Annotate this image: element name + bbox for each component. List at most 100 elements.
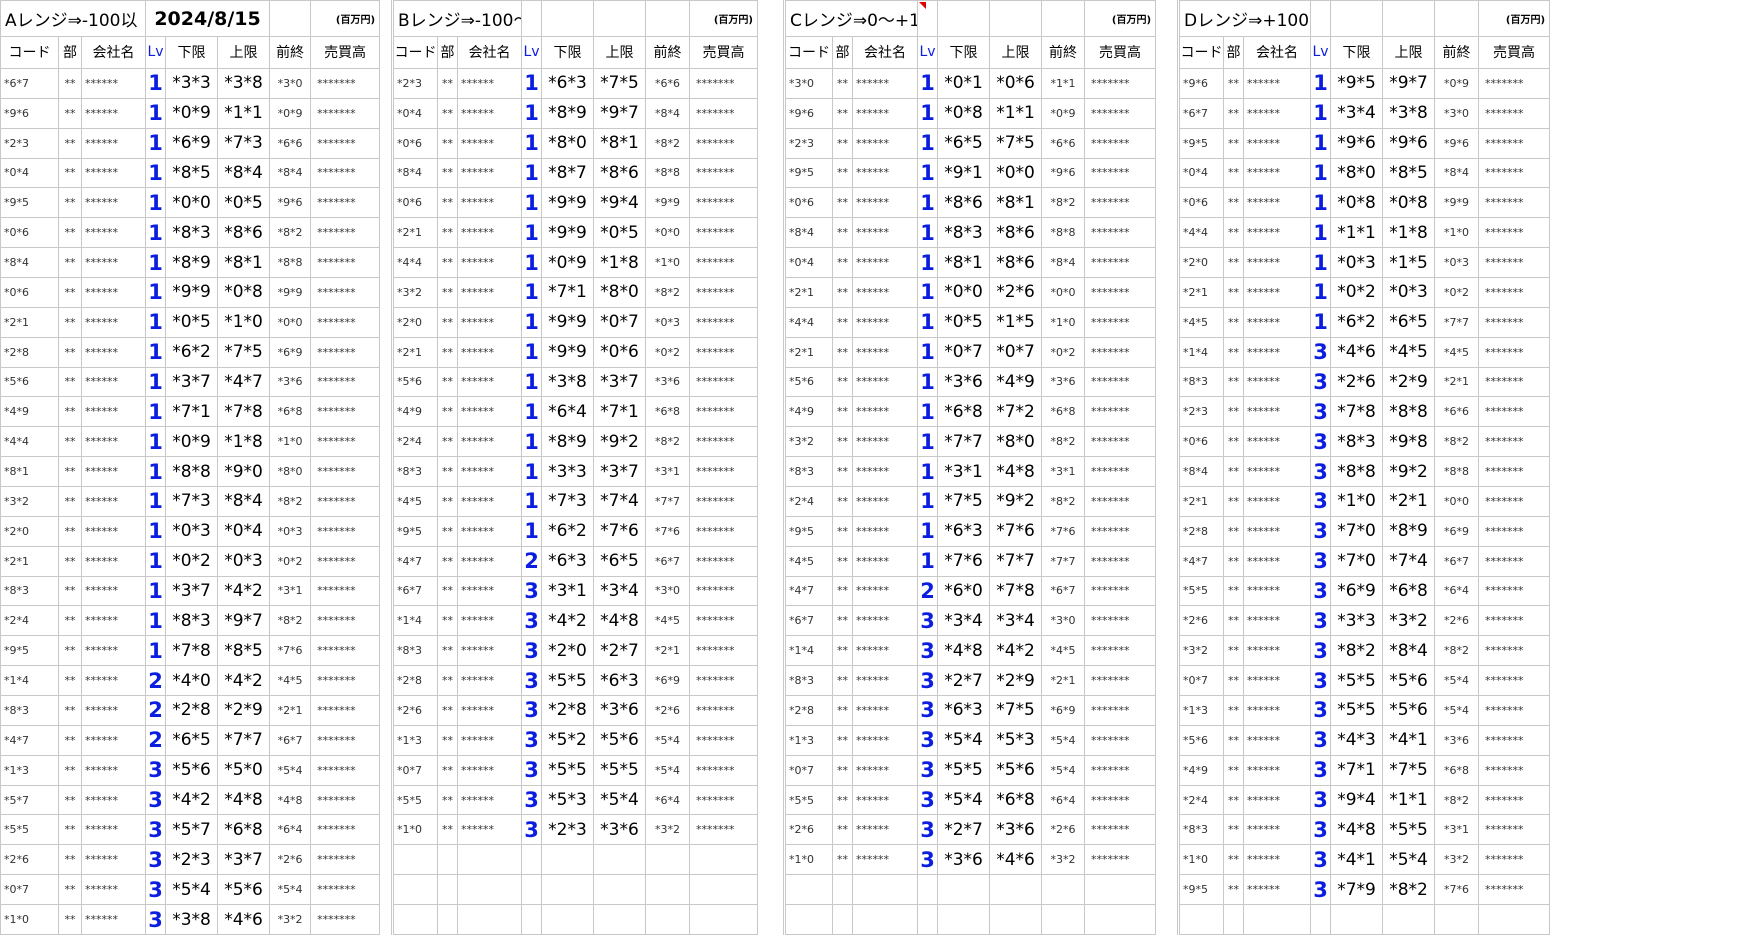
column-header-lv[interactable]: Lv [521,36,542,69]
cell-bu[interactable]: ** [1223,545,1244,577]
empty-cell[interactable] [832,874,853,906]
cell-sales[interactable]: ******* [1478,187,1551,219]
cell-code[interactable]: *2*6 [393,695,438,726]
cell-lv[interactable]: 3 [521,814,542,846]
cell-bu[interactable]: ** [437,97,458,129]
cell-lv[interactable]: 3 [1310,754,1332,786]
cell-code[interactable]: *8*4 [785,217,833,249]
cell-hi[interactable]: *7*6 [593,515,646,547]
cell-pz[interactable]: *3*6 [645,366,690,398]
cell-hi[interactable]: *9*7 [593,97,646,129]
cell-pz[interactable]: *8*8 [1434,456,1480,487]
cell-code[interactable]: *2*3 [1179,396,1224,428]
empty-cell[interactable] [541,844,594,876]
cell-hi[interactable]: *2*1 [1382,485,1436,517]
cell-hi[interactable]: *7*5 [217,336,271,368]
cell-sales[interactable]: ******* [1084,396,1157,428]
cell-nm[interactable]: ****** [851,485,919,517]
cell-hi[interactable]: *5*4 [593,784,646,816]
cell-nm[interactable]: ****** [1242,127,1312,159]
cell-hi[interactable]: *7*7 [217,724,271,756]
cell-lo[interactable]: *5*4 [937,784,991,816]
cell-hi[interactable]: *9*7 [217,605,271,637]
cell-bu[interactable]: ** [832,187,853,219]
cell-bu[interactable]: ** [832,784,853,816]
cell-hi[interactable]: *3*7 [593,366,646,398]
cell-lo[interactable]: *9*6 [1330,127,1384,159]
cell-code[interactable]: *9*5 [785,515,833,547]
cell-code[interactable]: *4*9 [785,396,833,428]
cell-code[interactable]: *8*3 [0,575,59,607]
cell-hi[interactable]: *4*6 [217,904,271,935]
cell-hi[interactable]: *3*6 [593,695,646,726]
empty-cell[interactable] [851,904,919,935]
cell-nm[interactable]: ****** [851,396,919,428]
cell-lo[interactable]: *9*4 [1330,784,1384,816]
cell-pz[interactable]: *2*1 [1434,366,1480,398]
cell-pz[interactable]: *1*0 [269,426,312,458]
cell-lo[interactable]: *0*9 [165,97,219,129]
cell-code[interactable]: *5*6 [1179,724,1224,756]
cell-bu[interactable]: ** [832,67,853,99]
cell-nm[interactable]: ****** [1242,695,1312,726]
cell-nm[interactable]: ****** [457,157,522,189]
cell-sales[interactable]: ******* [689,724,758,756]
cell-hi[interactable]: *1*5 [1382,247,1436,278]
cell-hi[interactable]: *9*6 [1382,127,1436,159]
empty-cell[interactable] [1084,904,1157,935]
cell-pz[interactable]: *8*2 [1434,635,1480,667]
cell-lv[interactable]: 3 [521,605,542,637]
cell-bu[interactable]: ** [832,515,853,547]
cell-bu[interactable]: ** [437,724,458,756]
cell-lv[interactable]: 3 [917,695,939,726]
cell-pz[interactable]: *8*4 [645,97,690,129]
cell-code[interactable]: *5*7 [0,784,59,816]
cell-sales[interactable]: ******* [1478,695,1551,726]
cell-hi[interactable]: *5*5 [593,754,646,786]
cell-nm[interactable]: ****** [1242,665,1312,696]
cell-lv[interactable]: 3 [1310,545,1332,577]
cell-lv[interactable]: 1 [145,187,167,219]
cell-nm[interactable]: ****** [457,306,522,338]
cell-lv[interactable]: 3 [1310,336,1332,368]
cell-hi[interactable]: *5*6 [217,874,271,906]
column-header-hi[interactable]: 上限 [1382,36,1436,69]
cell-sales[interactable]: ******* [689,276,758,308]
cell-code[interactable]: *2*1 [785,336,833,368]
cell-code[interactable]: *9*6 [785,97,833,129]
cell-pz[interactable]: *3*0 [1041,605,1086,637]
cell-bu[interactable]: ** [1223,247,1244,278]
empty-cell[interactable] [937,904,991,935]
cell-nm[interactable]: ****** [851,665,919,696]
cell-lv[interactable]: 3 [521,635,542,667]
cell-sales[interactable]: ******* [1478,515,1551,547]
cell-pz[interactable]: *6*7 [1434,545,1480,577]
cell-hi[interactable]: *8*5 [1382,157,1436,189]
cell-sales[interactable]: ******* [1084,97,1157,129]
cell-lo[interactable]: *6*0 [937,575,991,607]
cell-hi[interactable]: *8*1 [217,247,271,278]
cell-hi[interactable]: *7*1 [593,396,646,428]
cell-nm[interactable]: ****** [851,695,919,726]
cell-sales[interactable]: ******* [689,127,758,159]
cell-pz[interactable]: *8*4 [1041,247,1086,278]
empty-cell[interactable] [917,904,939,935]
cell-lo[interactable]: *4*8 [937,635,991,667]
cell-code[interactable]: *4*7 [0,724,59,756]
cell-lv[interactable]: 1 [917,187,939,219]
cell-hi[interactable]: *0*5 [593,217,646,249]
cell-lv[interactable]: 1 [145,426,167,458]
cell-pz[interactable]: *0*3 [645,306,690,338]
cell-pz[interactable]: *3*2 [269,904,312,935]
cell-lo[interactable]: *4*3 [1330,724,1384,756]
cell-lo[interactable]: *9*9 [541,217,594,249]
cell-sales[interactable]: ******* [1084,635,1157,667]
cell-pz[interactable]: *2*6 [645,695,690,726]
cell-lv[interactable]: 1 [145,575,167,607]
cell-code[interactable]: *8*4 [393,157,438,189]
column-header-lo[interactable]: 下限 [1330,36,1384,69]
cell-nm[interactable]: ****** [457,695,522,726]
cell-sales[interactable]: ******* [689,695,758,726]
cell-lv[interactable]: 1 [145,545,167,577]
cell-lv[interactable]: 1 [521,276,542,308]
